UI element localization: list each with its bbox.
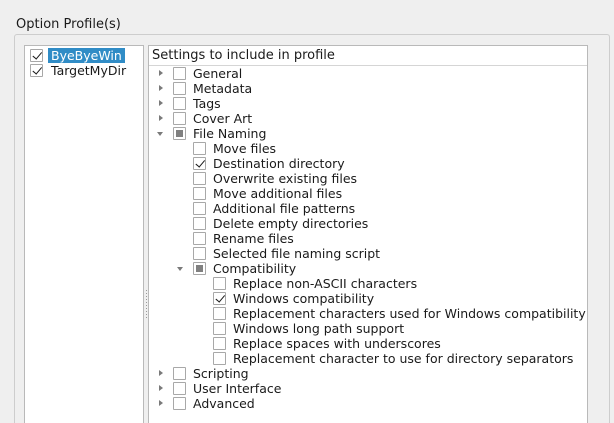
setting-checkbox[interactable] (213, 337, 226, 350)
tree-row-advanced[interactable]: Advanced (149, 396, 587, 411)
setting-label: Replace spaces with underscores (233, 336, 441, 351)
setting-label: Advanced (193, 396, 255, 411)
expand-arrow-right-icon[interactable] (156, 111, 166, 126)
settings-tree[interactable]: Settings to include in profile General Me… (148, 45, 588, 423)
expand-arrow-right-icon[interactable] (156, 96, 166, 111)
tree-row-move-additional-files[interactable]: Move additional files (149, 186, 587, 201)
expand-arrow-right-icon[interactable] (156, 396, 166, 411)
setting-checkbox[interactable] (173, 367, 186, 380)
tree-row-overwrite-existing-files[interactable]: Overwrite existing files (149, 171, 587, 186)
setting-label: Move files (213, 141, 277, 156)
setting-checkbox[interactable] (213, 322, 226, 335)
tree-row-general[interactable]: General (149, 66, 587, 81)
expand-arrow-right-icon[interactable] (156, 366, 166, 381)
expand-arrow-right-icon[interactable] (156, 81, 166, 96)
tree-row-replacement-characters-used-for-windows-compatibility[interactable]: Replacement characters used for Windows … (149, 306, 587, 321)
tree-row-delete-empty-directories[interactable]: Delete empty directories (149, 216, 587, 231)
tree-row-additional-file-patterns[interactable]: Additional file patterns (149, 201, 587, 216)
tree-row-cover-art[interactable]: Cover Art (149, 111, 587, 126)
tree-row-replace-spaces-with-underscores[interactable]: Replace spaces with underscores (149, 336, 587, 351)
setting-label: Move additional files (213, 186, 343, 201)
profile-list[interactable]: ByeByeWin TargetMyDir (24, 45, 144, 423)
setting-label: Tags (193, 96, 221, 111)
setting-label: Replacement characters used for Windows … (233, 306, 586, 321)
tree-row-rename-files[interactable]: Rename files (149, 231, 587, 246)
setting-label: Replace non-ASCII characters (233, 276, 418, 291)
setting-checkbox[interactable] (193, 187, 206, 200)
expand-arrow-right-icon[interactable] (156, 66, 166, 81)
tree-row-destination-directory[interactable]: Destination directory (149, 156, 587, 171)
setting-checkbox[interactable] (173, 397, 186, 410)
tree-row-scripting[interactable]: Scripting (149, 366, 587, 381)
setting-checkbox[interactable] (173, 82, 186, 95)
setting-label: Windows long path support (233, 321, 405, 336)
setting-label: Windows compatibility (233, 291, 375, 306)
setting-checkbox[interactable] (193, 232, 206, 245)
tree-row-file-naming[interactable]: File Naming (149, 126, 587, 141)
tree-row-metadata[interactable]: Metadata (149, 81, 587, 96)
tree-row-compatibility[interactable]: Compatibility (149, 261, 587, 276)
tree-row-replace-non-ascii-characters[interactable]: Replace non-ASCII characters (149, 276, 587, 291)
setting-label: Cover Art (193, 111, 253, 126)
setting-checkbox[interactable] (193, 157, 206, 170)
setting-checkbox[interactable] (213, 292, 226, 305)
setting-label: General (193, 66, 243, 81)
tree-row-tags[interactable]: Tags (149, 96, 587, 111)
setting-checkbox[interactable] (173, 127, 186, 140)
tree-row-windows-long-path-support[interactable]: Windows long path support (149, 321, 587, 336)
expand-arrow-right-icon[interactable] (156, 381, 166, 396)
setting-checkbox[interactable] (193, 262, 206, 275)
expand-arrow-down-icon[interactable] (176, 261, 186, 276)
setting-checkbox[interactable] (213, 307, 226, 320)
profile-item-targetmydir[interactable]: TargetMyDir (27, 63, 143, 78)
setting-label: Rename files (213, 231, 294, 246)
setting-checkbox[interactable] (213, 277, 226, 290)
profile-label: ByeByeWin (48, 48, 125, 63)
setting-label: File Naming (193, 126, 267, 141)
tree-row-move-files[interactable]: Move files (149, 141, 587, 156)
setting-label: Additional file patterns (213, 201, 356, 216)
setting-checkbox[interactable] (173, 382, 186, 395)
tree-row-user-interface[interactable]: User Interface (149, 381, 587, 396)
profile-item-byebyewin[interactable]: ByeByeWin (27, 48, 143, 63)
profile-label: TargetMyDir (51, 63, 127, 78)
setting-label: Replacement character to use for directo… (233, 351, 574, 366)
setting-checkbox[interactable] (193, 247, 206, 260)
setting-label: Overwrite existing files (213, 171, 358, 186)
group-title: Option Profile(s) (16, 17, 121, 32)
setting-checkbox[interactable] (193, 217, 206, 230)
setting-label: Metadata (193, 81, 253, 96)
setting-checkbox[interactable] (193, 202, 206, 215)
setting-label: Destination directory (213, 156, 345, 171)
setting-label: Compatibility (213, 261, 297, 276)
setting-checkbox[interactable] (173, 97, 186, 110)
setting-label: User Interface (193, 381, 282, 396)
setting-checkbox[interactable] (193, 142, 206, 155)
setting-checkbox[interactable] (213, 352, 226, 365)
tree-row-selected-file-naming-script[interactable]: Selected file naming script (149, 246, 587, 261)
setting-checkbox[interactable] (173, 67, 186, 80)
tree-row-replacement-character-to-use-for-directory-separators[interactable]: Replacement character to use for directo… (149, 351, 587, 366)
profile-checkbox[interactable] (30, 49, 43, 62)
setting-checkbox[interactable] (173, 112, 186, 125)
tree-header[interactable]: Settings to include in profile (149, 46, 587, 66)
tree-row-windows-compatibility[interactable]: Windows compatibility (149, 291, 587, 306)
setting-checkbox[interactable] (193, 172, 206, 185)
setting-label: Delete empty directories (213, 216, 369, 231)
profile-checkbox[interactable] (30, 64, 43, 77)
setting-label: Selected file naming script (213, 246, 381, 261)
expand-arrow-down-icon[interactable] (156, 126, 166, 141)
setting-label: Scripting (193, 366, 249, 381)
